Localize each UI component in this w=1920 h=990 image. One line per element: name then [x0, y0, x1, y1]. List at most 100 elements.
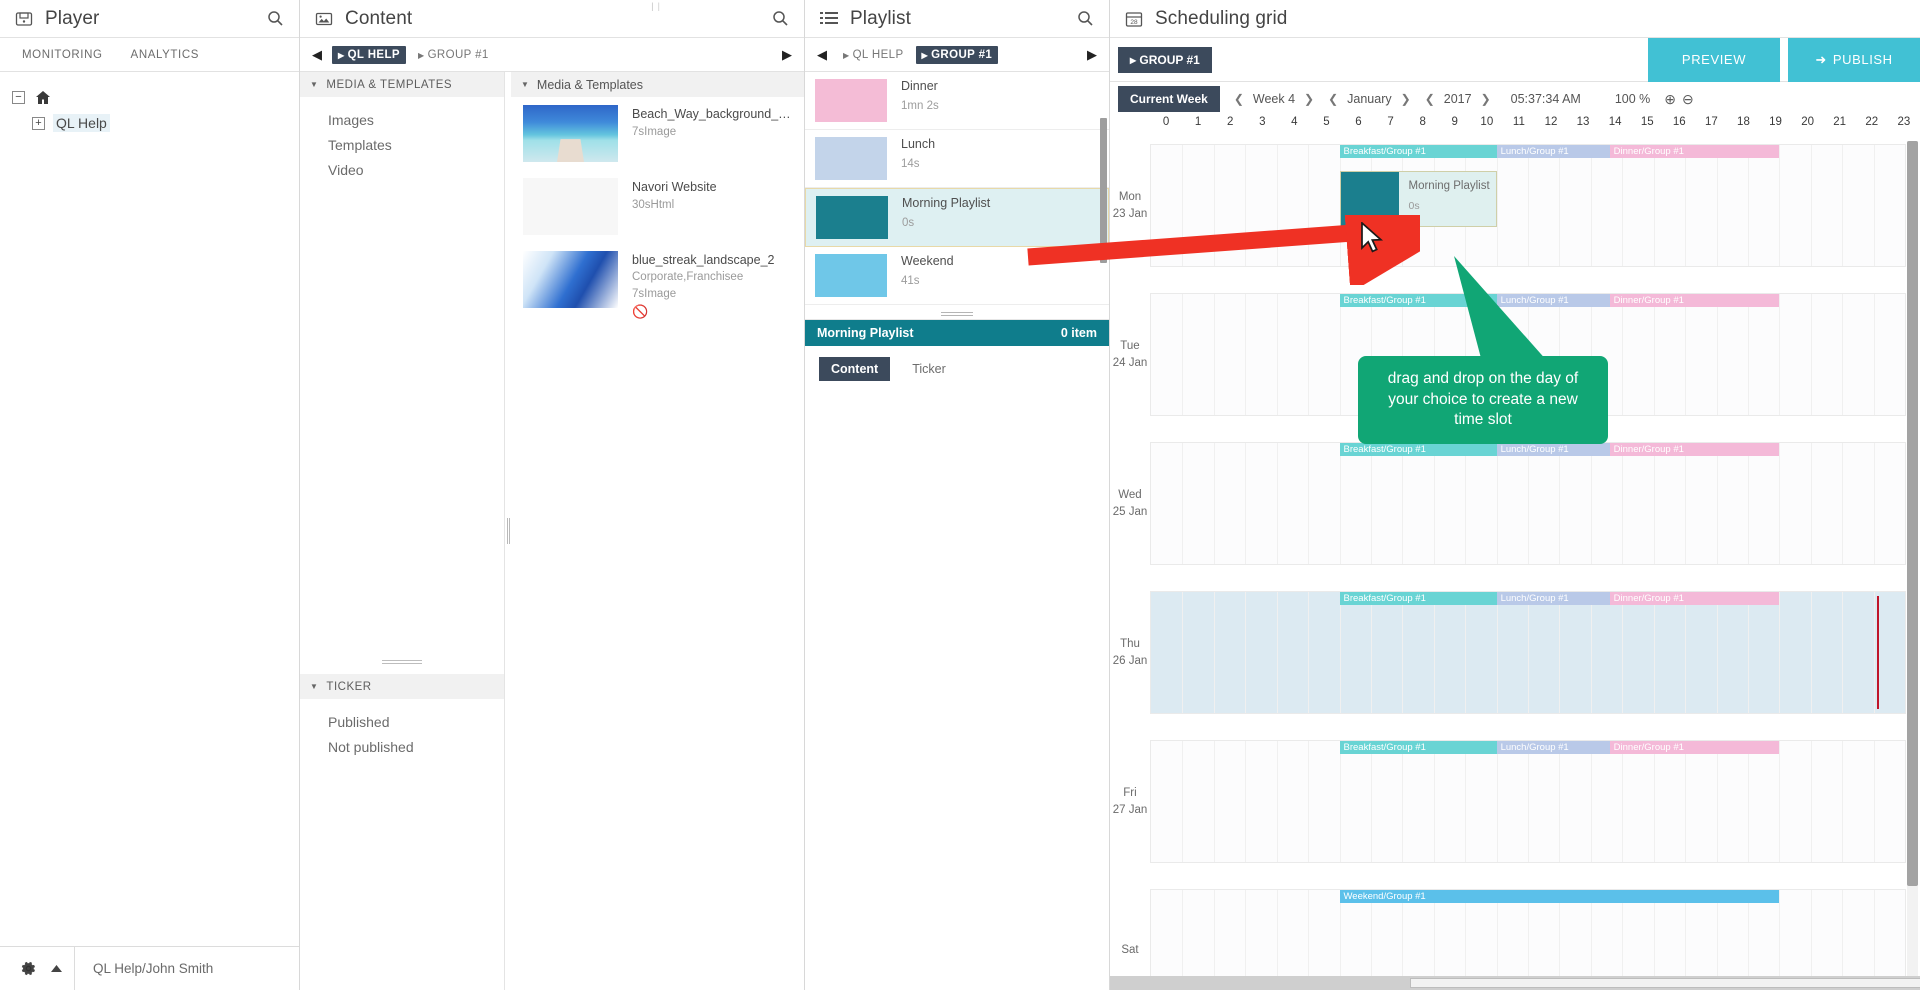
day-cells[interactable]: Weekend/Group #1 [1150, 889, 1906, 990]
zoom-out-icon[interactable]: ⊖ [1682, 91, 1694, 108]
section-item-images[interactable]: Images [328, 108, 504, 133]
hour-label: 20 [1801, 116, 1814, 128]
search-icon[interactable] [1075, 9, 1095, 29]
tab-analytics[interactable]: ANALYTICS [131, 49, 199, 61]
list-item[interactable]: blue_streak_landscape_2 Corporate,Franch… [511, 1, 804, 329]
hour-gridline [1370, 592, 1372, 713]
grid-horizontal-scrollbar[interactable] [1110, 976, 1920, 990]
breadcrumb-item-ql-help[interactable]: ▶ QL HELP [837, 46, 910, 64]
hour-gridline [1213, 741, 1215, 862]
schedule-event-bar[interactable]: Lunch/Group #1 [1496, 443, 1610, 456]
hour-gridline [1213, 145, 1215, 266]
day-cells[interactable]: Breakfast/Group #1 Lunch/Group #1 Dinner/G… [1150, 442, 1906, 565]
schedule-event-bar[interactable]: Lunch/Group #1 [1496, 592, 1610, 605]
section-header-ticker[interactable]: ▼ TICKER [300, 674, 504, 699]
section-header-media-templates[interactable]: ▼ MEDIA & TEMPLATES [300, 72, 504, 97]
hour-gridline [1402, 890, 1404, 990]
day-cells[interactable]: Breakfast/Group #1 Lunch/Group #1 Dinner/G… [1150, 740, 1906, 863]
group-pill[interactable]: ▸ GROUP #1 [1118, 46, 1212, 73]
schedule-event-bar[interactable]: Lunch/Group #1 [1496, 145, 1610, 158]
hour-gridline [1716, 592, 1718, 713]
hour-gridline [1213, 890, 1215, 990]
media-tags: Corporate,Franchisee [632, 271, 744, 283]
schedule-event-bar[interactable]: Breakfast/Group #1 [1339, 145, 1497, 158]
hour-label: 10 [1480, 116, 1494, 128]
current-week-button[interactable]: Current Week [1118, 86, 1220, 112]
breadcrumb-label: QL HELP [852, 48, 904, 61]
tab-monitoring[interactable]: MONITORING [22, 49, 103, 61]
panel-resize-grip[interactable] [382, 660, 422, 664]
hour-label: 11 [1512, 116, 1525, 128]
section-item-templates[interactable]: Templates [328, 133, 504, 158]
tab-ticker[interactable]: Ticker [900, 357, 958, 381]
list-item[interactable]: Beach_Way_background_hd_ba 7s|Image [511, 1, 804, 170]
breadcrumb-item-ql-help[interactable]: ▶ QL HELP [332, 45, 406, 64]
list-item[interactable]: Lunch 14s [805, 130, 1109, 188]
list-item[interactable]: Dinner 1mn 2s [805, 72, 1109, 130]
schedule-event-bar[interactable]: Breakfast/Group #1 [1339, 741, 1497, 754]
tab-content[interactable]: Content [819, 357, 891, 381]
schedule-event-bar[interactable]: Breakfast/Group #1 [1339, 443, 1497, 456]
year-next-icon[interactable]: ❯ [1481, 92, 1491, 106]
tree-root[interactable]: − [12, 84, 299, 110]
grid-vertical-scrollbar[interactable] [1907, 141, 1918, 976]
breadcrumb-item-group[interactable]: ▶ GROUP #1 [412, 46, 495, 64]
year-selector: ❮ 2017 ❯ [1425, 92, 1491, 106]
breadcrumb-next-icon[interactable]: ▶ [778, 47, 796, 63]
schedule-event-bar[interactable]: Weekend/Group #1 [1339, 890, 1780, 903]
breadcrumb-item-group[interactable]: ▶ GROUP #1 [915, 45, 999, 64]
search-icon[interactable] [265, 9, 285, 29]
drag-ghost-playlist[interactable]: Morning Playlist 0s [1339, 171, 1497, 227]
hour-gridline [1685, 890, 1687, 990]
week-next-icon[interactable]: ❯ [1304, 92, 1314, 106]
tree-item-ql-help[interactable]: + QL Help [12, 110, 299, 136]
schedule-event-bar[interactable]: Dinner/Group #1 [1609, 741, 1780, 754]
hour-gridline [1685, 145, 1687, 266]
month-prev-icon[interactable]: ❮ [1328, 92, 1338, 106]
day-cells-today[interactable]: Breakfast/Group #1 Lunch/Group #1 Dinner/G… [1150, 591, 1906, 714]
breadcrumb-prev-icon[interactable]: ◀ [308, 47, 326, 63]
section-label: MEDIA & TEMPLATES [326, 78, 453, 91]
schedule-event-bar[interactable]: Breakfast/Group #1 [1339, 592, 1497, 605]
scheduling-toolbar: ▸ GROUP #1 PREVIEW ➜ PUBLISH [1110, 37, 1920, 82]
schedule-event-bar[interactable]: Dinner/Group #1 [1609, 145, 1780, 158]
media-duration: 30s [632, 199, 651, 211]
section-item-published[interactable]: Published [328, 710, 504, 735]
publish-label: PUBLISH [1832, 52, 1893, 67]
list-item-selected[interactable]: Morning Playlist 0s [805, 188, 1109, 247]
hour-gridline [1276, 592, 1278, 713]
list-item[interactable]: Weekend 41s [805, 247, 1109, 305]
hour-label: 2 [1226, 116, 1234, 128]
section-item-not-published[interactable]: Not published [328, 735, 504, 760]
schedule-event-bar[interactable]: Dinner/Group #1 [1609, 294, 1780, 307]
month-next-icon[interactable]: ❯ [1401, 92, 1411, 106]
chevron-down-icon: ▼ [310, 682, 319, 691]
hour-gridline [1590, 741, 1592, 862]
gear-icon[interactable] [18, 959, 38, 979]
hour-gridline [1465, 741, 1467, 862]
schedule-event-bar[interactable]: Dinner/Group #1 [1609, 443, 1780, 456]
section-item-video[interactable]: Video [328, 158, 504, 183]
media-list-header[interactable]: ▼ Media & Templates [511, 72, 804, 97]
schedule-event-bar[interactable]: Lunch/Group #1 [1496, 741, 1610, 754]
list-item[interactable]: Navori Website 30s | Html [511, 1, 804, 243]
day-cells[interactable]: Breakfast/Group #1 Lunch/Group #1 Dinner/G… [1150, 144, 1906, 267]
media-name: blue_streak_landscape_2 [632, 253, 775, 267]
playlist-resize-grip[interactable] [941, 312, 973, 316]
search-icon[interactable] [770, 9, 790, 29]
breadcrumb-prev-icon[interactable]: ◀ [813, 47, 831, 63]
week-prev-icon[interactable]: ❮ [1234, 92, 1244, 106]
breadcrumb-next-icon[interactable]: ▶ [1083, 47, 1101, 63]
player-tree: − + QL Help [0, 72, 299, 946]
expand-toggle-icon[interactable]: + [32, 116, 45, 130]
collapse-toggle-icon[interactable]: − [12, 90, 25, 104]
preview-button[interactable]: PREVIEW [1648, 37, 1780, 82]
playlist-scrollbar[interactable] [1100, 118, 1107, 263]
publish-button[interactable]: ➜ PUBLISH [1788, 37, 1920, 82]
chevron-up-icon[interactable] [46, 959, 66, 979]
day-label: Sat [1110, 889, 1150, 990]
zoom-in-icon[interactable]: ⊕ [1664, 91, 1676, 108]
hour-gridline [1810, 294, 1812, 415]
schedule-event-bar[interactable]: Dinner/Group #1 [1609, 592, 1780, 605]
year-prev-icon[interactable]: ❮ [1425, 92, 1435, 106]
